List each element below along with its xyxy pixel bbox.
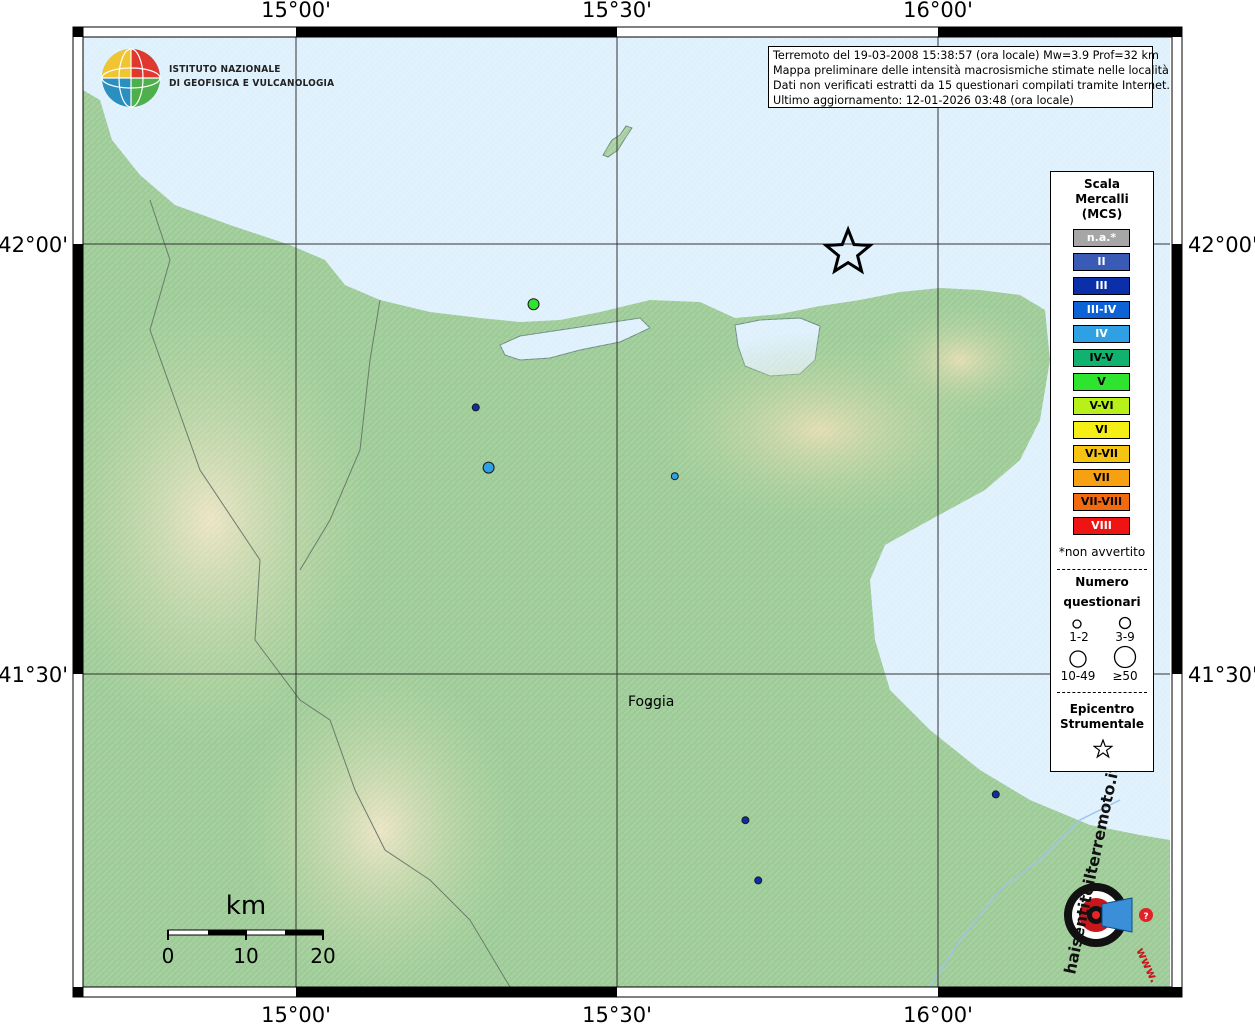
observation-point[interactable] — [670, 472, 679, 481]
institute-name-line1: ISTITUTO NAZIONALE — [169, 64, 281, 75]
axis-right-2: 41°30' — [1188, 663, 1255, 687]
info-line-2: Mappa preliminare delle intensità macros… — [773, 64, 1169, 77]
intensity-swatch: VI — [1073, 421, 1130, 439]
legend-title: Scala Mercalli (MCS) — [1051, 177, 1153, 222]
institute-name-line2: DI GEOFISICA E VULCANOLOGIA — [169, 78, 335, 89]
info-line-1: Terremoto del 19-03-2008 15:38:57 (ora l… — [773, 49, 1159, 62]
scale-unit: km — [226, 891, 266, 921]
size-label-1: 1-2 — [1069, 630, 1089, 644]
axis-top-3: 16°00' — [903, 0, 973, 22]
size-symbol-xlarge — [1113, 645, 1137, 669]
size-label-2: 3-9 — [1115, 630, 1135, 644]
intensity-swatch: n.a.* — [1073, 229, 1130, 247]
intensity-swatch: VIII — [1073, 517, 1130, 535]
intensity-swatch: VII — [1073, 469, 1130, 487]
intensity-swatch: VI-VII — [1073, 445, 1130, 463]
intensity-swatch: III — [1073, 277, 1130, 295]
intensity-swatch: II — [1073, 253, 1130, 271]
size-label-3: 10-49 — [1060, 669, 1096, 683]
axis-bottom-3: 16°00' — [903, 1003, 973, 1024]
axis-top-2: 15°30' — [582, 0, 652, 22]
info-line-3: Dati non verificati estratti da 15 quest… — [773, 79, 1170, 92]
info-line-4: Ultimo aggiornamento: 12-01-2026 03:48 (… — [773, 94, 1074, 107]
logo-question-mark: ? — [1143, 912, 1148, 922]
axis-left-2: 41°30' — [0, 663, 68, 687]
observation-point[interactable] — [471, 403, 480, 412]
size-symbol-large — [1069, 650, 1087, 668]
size-symbol-small — [1072, 619, 1082, 629]
epicenter-legend-star-icon — [1093, 739, 1113, 759]
observation-point[interactable] — [482, 461, 495, 474]
intensity-swatch: IV-V — [1073, 349, 1130, 367]
intensity-swatch: V-VI — [1073, 397, 1130, 415]
legend-panel: Scala Mercalli (MCS) n.a.* II III III-IV IV I… — [1050, 171, 1154, 772]
observation-point[interactable] — [527, 298, 540, 311]
scale-tick-20: 20 — [310, 944, 335, 968]
legend-title-line-1: Scala — [1083, 177, 1121, 191]
intensity-swatch: V — [1073, 373, 1130, 391]
axis-right-1: 42°00' — [1188, 233, 1255, 257]
axis-left-1: 42°00' — [0, 233, 68, 257]
axis-top-1: 15°00' — [261, 0, 331, 22]
legend-title-line-3: (MCS) — [1081, 207, 1123, 221]
epicenter-title-2: Strumentale — [1059, 717, 1145, 731]
legend-divider-1 — [1057, 569, 1147, 570]
observation-point[interactable] — [991, 790, 1000, 799]
ingv-logo-icon — [101, 48, 161, 108]
axis-bottom-1: 15°00' — [261, 1003, 331, 1024]
intensity-swatch: III-IV — [1073, 301, 1130, 319]
epicenter-title-1: Epicentro — [1069, 702, 1135, 716]
place-label-foggia: Foggia — [628, 694, 674, 710]
event-info-box: Terremoto del 19-03-2008 15:38:57 (ora l… — [768, 46, 1170, 108]
observation-point[interactable] — [754, 876, 763, 885]
relief-shading — [83, 37, 1170, 987]
axis-bottom-2: 15°30' — [582, 1003, 652, 1024]
place-marker-foggia — [648, 702, 652, 706]
intensity-swatch: VII-VIII — [1073, 493, 1130, 511]
questionnaire-title-2: questionari — [1063, 595, 1141, 609]
observation-point[interactable] — [741, 816, 750, 825]
intensity-swatch: IV — [1073, 325, 1130, 343]
size-label-4: ≥50 — [1112, 669, 1138, 683]
questionnaire-title-1: Numero — [1075, 575, 1129, 589]
scale-tick-10: 10 — [233, 944, 258, 968]
scale-tick-0: 0 — [162, 944, 175, 968]
legend-divider-2 — [1057, 692, 1147, 693]
not-felt-note: *non avvertito — [1058, 545, 1146, 559]
legend-title-line-2: Mercalli — [1075, 192, 1129, 206]
size-symbol-medium — [1118, 616, 1132, 630]
